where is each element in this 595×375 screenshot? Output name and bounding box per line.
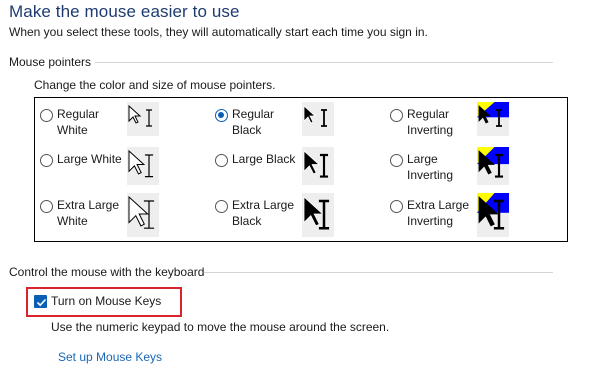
pointer-preview-white-icon (128, 195, 155, 229)
section-divider (204, 272, 553, 273)
keyboard-control-heading: Control the mouse with the keyboard (9, 265, 205, 279)
radio-button[interactable] (390, 154, 403, 167)
radio-button[interactable] (390, 109, 403, 122)
radio-button[interactable] (215, 109, 228, 122)
pointer-preview-inverting-icon (477, 147, 509, 178)
pointer-preview (302, 193, 334, 237)
pointer-option-extra-large-white[interactable]: Extra Large White (40, 197, 125, 229)
section-divider (95, 62, 553, 63)
pointer-option-large-white[interactable]: Large White (40, 151, 125, 167)
pointer-option-label[interactable]: Regular Inverting (407, 106, 475, 138)
ease-of-access-mouse-page: Make the mouse easier to use When you se… (0, 0, 595, 375)
pointer-preview (477, 193, 509, 237)
mouse-keys-checkbox-label[interactable]: Turn on Mouse Keys (51, 294, 161, 308)
pointer-option-label[interactable]: Large Inverting (407, 151, 475, 183)
pointer-option-regular-black[interactable]: Regular Black (215, 106, 300, 138)
pointer-preview-white-icon (128, 149, 154, 178)
pointer-preview (477, 147, 509, 185)
pointer-preview-black-icon (303, 150, 329, 178)
mouse-pointers-heading: Mouse pointers (9, 55, 92, 69)
pointer-option-label[interactable]: Large Black (232, 151, 300, 167)
radio-button[interactable] (40, 109, 53, 122)
pointer-option-large-inverting[interactable]: Large Inverting (390, 151, 475, 183)
radio-button[interactable] (390, 200, 403, 213)
pointer-preview-inverting-icon (477, 193, 509, 230)
page-subtitle: When you select these tools, they will a… (9, 25, 428, 39)
radio-button[interactable] (215, 154, 228, 167)
pointer-preview-inverting-icon (477, 102, 509, 127)
pointer-preview (477, 102, 509, 136)
pointer-preview-black-icon (303, 196, 330, 230)
radio-button[interactable] (215, 200, 228, 213)
pointer-option-extra-large-black[interactable]: Extra Large Black (215, 197, 300, 229)
pointer-preview (302, 102, 334, 136)
pointer-option-regular-white[interactable]: Regular White (40, 106, 125, 138)
pointer-option-label[interactable]: Extra Large Black (232, 197, 300, 229)
pointer-option-label[interactable]: Extra Large Inverting (407, 197, 475, 229)
pointer-preview (127, 193, 159, 237)
pointer-option-extra-large-inverting[interactable]: Extra Large Inverting (390, 197, 475, 229)
pointer-preview-black-icon (303, 105, 327, 127)
pointer-option-large-black[interactable]: Large Black (215, 151, 300, 167)
radio-button[interactable] (40, 200, 53, 213)
pointer-option-label[interactable]: Regular Black (232, 106, 300, 138)
pointer-preview-white-icon (128, 104, 152, 127)
checkmark-icon (36, 298, 47, 307)
pointer-preview (127, 147, 159, 185)
mouse-pointers-description: Change the color and size of mouse point… (34, 78, 276, 92)
setup-mouse-keys-link[interactable]: Set up Mouse Keys (58, 350, 162, 364)
pointer-option-regular-inverting[interactable]: Regular Inverting (390, 106, 475, 138)
pointer-option-label[interactable]: Large White (57, 151, 125, 167)
pointer-option-label[interactable]: Regular White (57, 106, 125, 138)
pointer-preview (302, 147, 334, 185)
mouse-keys-hint: Use the numeric keypad to move the mouse… (51, 320, 390, 334)
mouse-keys-checkbox[interactable] (34, 295, 47, 308)
radio-button[interactable] (40, 154, 53, 167)
pointer-preview (127, 102, 159, 136)
pointer-option-label[interactable]: Extra Large White (57, 197, 125, 229)
page-title: Make the mouse easier to use (9, 2, 240, 21)
